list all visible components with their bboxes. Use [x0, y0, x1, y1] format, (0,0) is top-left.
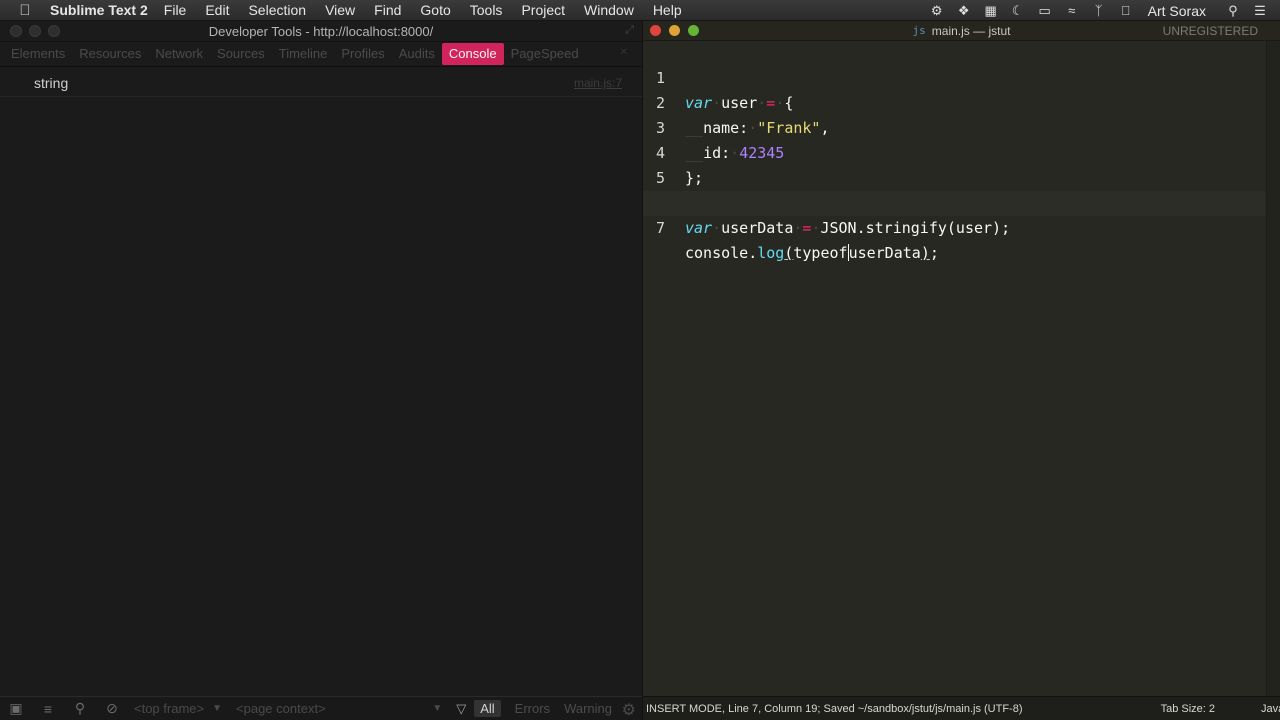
devtools-statusbar: ▣ ≡ ⚲ ⊘ <top frame> ▼ <page context> ▼ ▽… — [0, 696, 642, 720]
syntax-button[interactable]: JavaScript — [1261, 703, 1280, 715]
menu-file[interactable]: File — [164, 2, 187, 18]
filter-errors-button[interactable]: Errors — [515, 701, 550, 716]
devtools-titlebar[interactable]: Developer Tools - http://localhost:8000/… — [0, 21, 642, 42]
apple-icon[interactable]:  — [0, 2, 50, 19]
menu-app-name[interactable]: Sublime Text 2 — [50, 2, 148, 18]
editor-scrollbar[interactable] — [1266, 41, 1280, 696]
console-message-row: string main.js:7 — [0, 67, 642, 97]
sublime-window-controls — [650, 25, 707, 36]
airplay-icon[interactable]: ▭ — [1035, 3, 1055, 19]
code-line: 5 — [643, 141, 1265, 187]
line-number: 7 — [655, 219, 665, 237]
clear-console-icon[interactable]: ⊘ — [96, 700, 128, 717]
dropbox-icon[interactable]: ❖ — [954, 3, 974, 19]
code-line: 1 var·user·=·{ — [643, 41, 1265, 112]
spotlight-search-icon[interactable]: ⚲ — [1223, 3, 1243, 19]
notification-list-icon[interactable]: ☰ — [1250, 3, 1270, 19]
minimize-button[interactable] — [29, 25, 41, 37]
unregistered-label: UNREGISTERED — [1162, 24, 1258, 38]
wifi-icon[interactable]: ≈ — [1062, 3, 1082, 18]
devtools-window-controls — [10, 25, 67, 37]
code-editor[interactable]: 1 var·user·=·{ 2 __name:·"Frank", 3 __id… — [643, 41, 1265, 696]
sublime-title: main.js — jstut — [931, 23, 1011, 38]
code-line: 6 var·userData·=·JSON.stringify(user); — [643, 166, 1265, 237]
close-button[interactable] — [10, 25, 22, 37]
menu-find[interactable]: View — [325, 2, 355, 18]
filter-icon[interactable]: ▽ — [456, 701, 466, 717]
tab-network[interactable]: Network — [148, 43, 210, 65]
zoom-button[interactable] — [688, 25, 699, 36]
zoom-button[interactable] — [48, 25, 60, 37]
sublime-statusbar: INSERT MODE, Line 7, Column 19; Saved ~/… — [643, 696, 1280, 720]
menu-tools[interactable]: Tools — [470, 2, 503, 18]
close-button[interactable] — [650, 25, 661, 36]
filter-all-button[interactable]: All — [474, 700, 501, 717]
fullscreen-icon[interactable]: ⤢ — [625, 24, 634, 37]
tab-elements[interactable]: Elements — [4, 43, 72, 65]
menu-extras: ⚙ ❖ ▦ ☾ ▭ ≈ ᛉ ⎕ Art Sorax ⚲ ☰ — [920, 0, 1280, 21]
tab-size-button[interactable]: Tab Size: 2 — [1161, 703, 1215, 715]
filter-warnings-button[interactable]: Warning — [564, 701, 612, 716]
frame-select[interactable]: <top frame> — [134, 701, 204, 716]
mirror-icon[interactable]: ▦ — [981, 3, 1001, 19]
user-name[interactable]: Art Sorax — [1148, 3, 1206, 19]
menu-view[interactable]: Find — [374, 2, 401, 18]
code-text: var·userData·=·JSON.stringify(user); — [685, 219, 1011, 237]
moon-icon[interactable]: ☾ — [1008, 3, 1028, 19]
tab-audits[interactable]: Audits — [392, 43, 442, 65]
console-source-link[interactable]: main.js:7 — [574, 76, 622, 90]
code-line: 3 __id:·42345 — [643, 91, 1265, 162]
context-select[interactable]: <page context> — [236, 701, 326, 716]
keyboard-icon[interactable]: ⎕ — [1116, 3, 1136, 19]
tab-profiles[interactable]: Profiles — [334, 43, 391, 65]
drawer-icon[interactable]: ≡ — [32, 701, 64, 717]
tab-timeline[interactable]: Timeline — [272, 43, 335, 65]
code-line: 4 }; — [643, 116, 1265, 187]
sublime-titlebar[interactable]: js main.js — jstut UNREGISTERED — [643, 21, 1280, 41]
devtools-title: Developer Tools - http://localhost:8000/ — [208, 23, 434, 39]
chevron-down-icon: ▼ — [432, 703, 443, 714]
console-message: string — [34, 75, 69, 91]
tab-pagespeed[interactable]: PageSpeed — [504, 43, 586, 65]
menu-selection[interactable]: Selection — [248, 2, 306, 18]
devtools-window: Developer Tools - http://localhost:8000/… — [0, 21, 642, 720]
minimize-button[interactable] — [669, 25, 680, 36]
close-icon[interactable]: ✕ — [620, 47, 628, 58]
gear-icon[interactable]: ⚙ — [622, 700, 636, 720]
devtools-tabs: Elements Resources Network Sources Timel… — [0, 42, 642, 67]
menu-project[interactable]: Project — [521, 2, 565, 18]
code-line-current: 7 console.log(typeofuserData); — [643, 191, 1265, 262]
tab-sources[interactable]: Sources — [210, 43, 272, 65]
text-caret — [847, 244, 849, 261]
js-file-icon: js — [912, 24, 926, 37]
menu-goto[interactable]: Goto — [420, 2, 450, 18]
script-icon[interactable]: ⚙ — [927, 3, 947, 19]
menu-bar:  Sublime Text 2 File Edit Selection Vie… — [0, 0, 1280, 21]
menu-window[interactable]: Window — [584, 2, 634, 18]
chevron-down-icon: ▼ — [212, 703, 223, 714]
code-line: 2 __name:·"Frank", — [643, 66, 1265, 137]
search-icon[interactable]: ⚲ — [64, 700, 96, 717]
tab-resources[interactable]: Resources — [72, 43, 148, 65]
menu-edit[interactable]: Edit — [205, 2, 229, 18]
sublime-window: js main.js — jstut UNREGISTERED 1 var·us… — [642, 21, 1280, 720]
bluetooth-icon[interactable]: ᛉ — [1089, 3, 1109, 18]
status-text: INSERT MODE, Line 7, Column 19; Saved ~/… — [646, 702, 1023, 715]
code-text: console.log(typeofuserData); — [685, 244, 939, 262]
menu-help[interactable]: Help — [653, 2, 682, 18]
tab-console[interactable]: Console — [441, 43, 504, 65]
dock-icon[interactable]: ▣ — [0, 700, 32, 717]
